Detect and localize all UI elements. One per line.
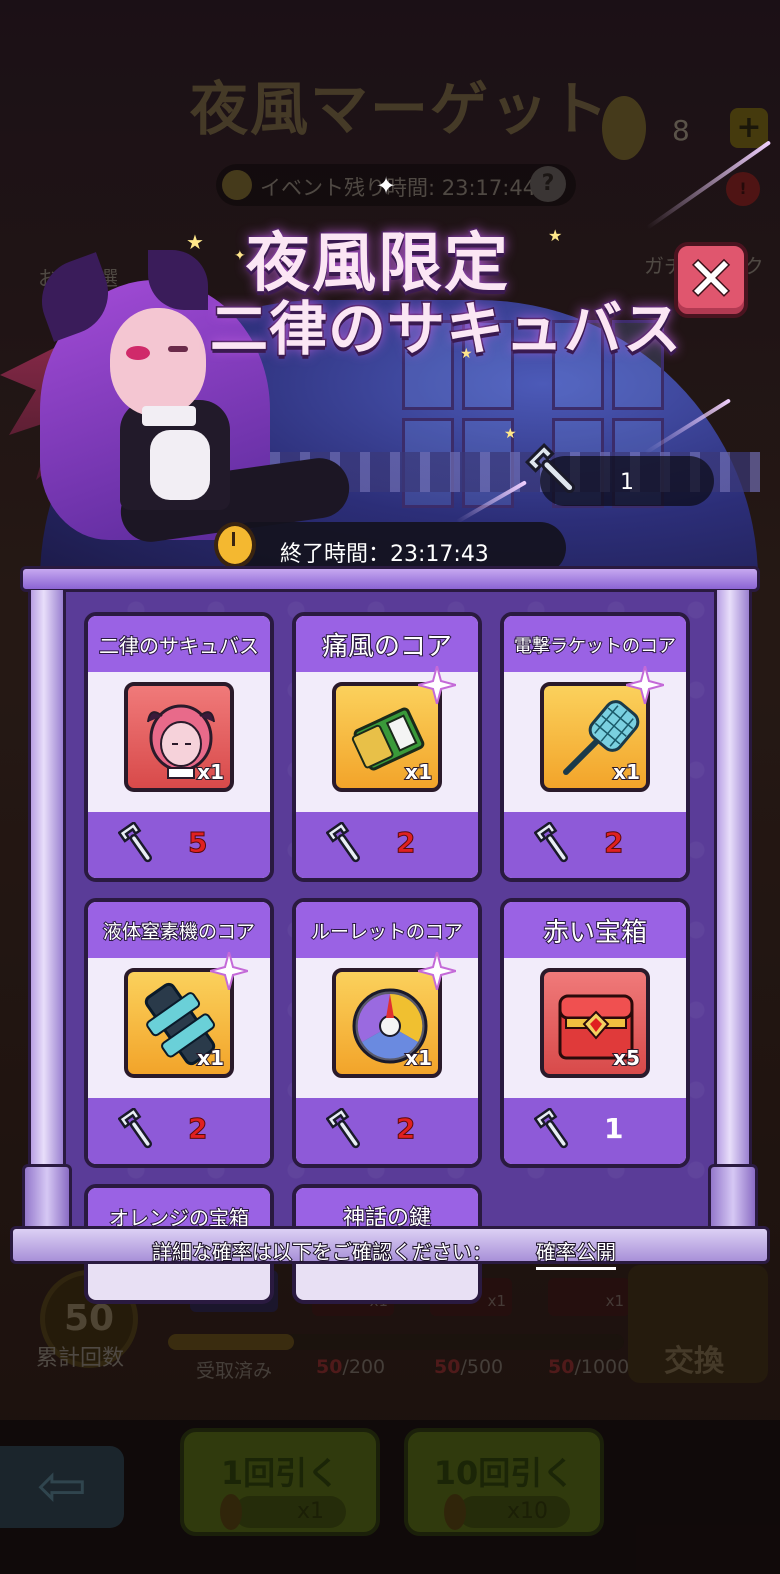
wrench-icon (525, 443, 576, 494)
sparkle-icon (418, 666, 456, 704)
item-name: 二律のサキュバス (98, 633, 260, 659)
item-price: 2 (187, 1112, 208, 1146)
token-count: 1 (620, 470, 634, 495)
item-name: 液体窒素機のコア (102, 920, 256, 944)
succubus-eye (168, 346, 188, 352)
wrench-icon (118, 822, 153, 863)
star-icon: ✦ (234, 248, 246, 264)
shop-item-card[interactable]: ルーレットのコア x1 2 (292, 898, 482, 1168)
item-quantity: x1 (196, 1045, 225, 1071)
wrench-icon (326, 1108, 361, 1149)
succubus-collar (142, 406, 196, 426)
panel-top-frame (20, 566, 760, 592)
item-quantity: x1 (196, 759, 225, 785)
right-pillar (714, 590, 752, 1180)
rate-disclosure-link[interactable]: 確率公開 (535, 1236, 617, 1270)
star-icon: ★ (504, 426, 517, 442)
wrench-icon (534, 1108, 569, 1149)
star-icon: ★ (186, 230, 204, 254)
succubus-apron (150, 430, 210, 500)
item-frame: x1 (332, 952, 456, 1078)
item-frame: x1 (124, 952, 248, 1078)
item-name: ルーレットのコア (310, 920, 464, 944)
sparkle-icon (626, 666, 664, 704)
item-quantity: x1 (404, 1045, 433, 1071)
item-price: 2 (395, 826, 416, 860)
rate-note: 詳細な確率は以下をご確認ください： (151, 1239, 493, 1265)
wrench-icon (534, 822, 569, 863)
item-name: 電撃ラケットのコア (513, 635, 677, 658)
item-name: 痛風のコア (321, 631, 453, 663)
item-price: 2 (395, 1112, 416, 1146)
item-quantity: x1 (612, 759, 641, 785)
item-frame: x1 (124, 682, 234, 792)
shop-item-card[interactable]: 赤い宝箱 x5 1 (500, 898, 690, 1168)
wrench-icon (118, 1108, 153, 1149)
item-frame: x1 (332, 666, 456, 792)
shop-item-card[interactable]: 痛風のコア x1 2 (292, 612, 482, 882)
succubus-eye (126, 346, 150, 360)
close-button[interactable]: ✕ (674, 242, 748, 318)
shop-item-card[interactable]: 電撃ラケットのコア x1 2 (500, 612, 690, 882)
item-frame: x1 (540, 666, 664, 792)
promo-title-line2: 二律のサキュバス (208, 294, 683, 365)
left-pillar (28, 590, 66, 1180)
item-price: 5 (187, 826, 208, 860)
item-name: 赤い宝箱 (542, 917, 648, 949)
shop-item-card[interactable]: 液体窒素機のコア x1 2 (84, 898, 274, 1168)
stopwatch-icon (214, 522, 256, 568)
item-quantity: x1 (404, 759, 433, 785)
shop-item-card[interactable]: 二律のサキュバス x1 5 (84, 612, 274, 882)
sparkle-icon (210, 952, 248, 990)
item-quantity: x5 (612, 1045, 641, 1071)
item-frame: x5 (540, 968, 650, 1078)
succubus-face (110, 308, 206, 416)
sparkle-icon (418, 952, 456, 990)
end-time-text: 終了時間：23:17:43 (280, 542, 489, 567)
star-icon: ★ (548, 226, 563, 245)
close-icon: ✕ (685, 245, 737, 314)
sparkle-icon: ✦ (376, 172, 397, 200)
wrench-icon (326, 822, 361, 863)
item-price: 2 (603, 826, 624, 860)
item-price: 1 (604, 1112, 624, 1145)
